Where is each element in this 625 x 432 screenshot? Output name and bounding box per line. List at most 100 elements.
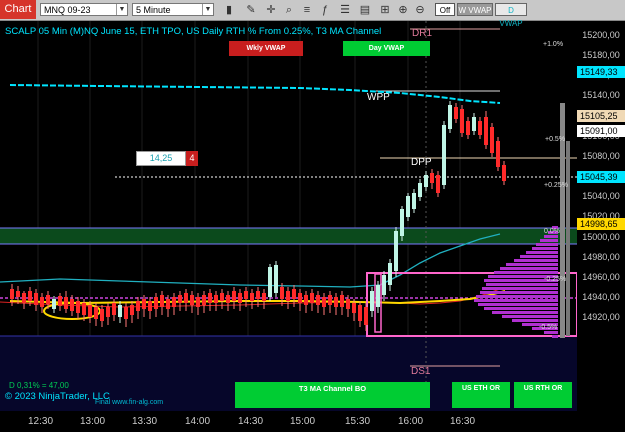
- candle-body: [202, 295, 206, 305]
- profile-bar: [480, 291, 558, 294]
- zoom-out-icon[interactable]: ⊖: [413, 3, 427, 17]
- profile-bar: [502, 315, 558, 318]
- candle-body: [220, 293, 224, 301]
- profile-bar: [552, 335, 558, 338]
- chart-menu-button[interactable]: Chart: [0, 0, 36, 19]
- candle-body: [232, 291, 236, 301]
- profile-bar: [532, 247, 558, 250]
- strategy-icon[interactable]: ☰: [338, 3, 352, 17]
- daily-vwap-toggle[interactable]: D VWAP: [495, 3, 527, 28]
- time-tick-label: 12:30: [28, 416, 54, 427]
- us-eth-or-button[interactable]: US ETH OR: [452, 382, 510, 408]
- profile-bar: [476, 295, 558, 298]
- crosshair-icon[interactable]: ✛: [264, 3, 278, 17]
- t3-channel-bo-button[interactable]: T3 MA Channel BO: [235, 382, 430, 408]
- candle-body: [226, 295, 230, 303]
- candle-body: [118, 305, 122, 317]
- candle-body: [292, 289, 296, 299]
- candle-body: [352, 303, 356, 313]
- candle-body: [274, 265, 278, 293]
- profile-bar: [514, 259, 558, 262]
- candle-body: [70, 299, 74, 311]
- candle-body: [502, 165, 506, 181]
- profile-bar: [478, 303, 558, 306]
- price-axis[interactable]: 15200,0015180,0015160,0015140,0015120,00…: [577, 21, 625, 411]
- chart-title: SCALP 05 Min (M)NQ June 15, ETH TPO, US …: [5, 26, 382, 37]
- price-chart-panel[interactable]: SCALP 05 Min (M)NQ June 15, ETH TPO, US …: [0, 21, 577, 411]
- candle-body: [112, 303, 116, 315]
- price-tick-label: 15080,00: [582, 150, 620, 161]
- wpp-label: WPP: [367, 92, 390, 103]
- time-axis[interactable]: 12:30 13:00 13:30 14:00 14:30 15:00 15:30 16:00…: [0, 411, 625, 432]
- order-quantity-tag[interactable]: 4: [186, 151, 198, 166]
- price-marker-tag: 14998,65: [577, 217, 625, 230]
- chart-toolbar: Chart MNQ 09-23 ▼ 5 Minute ▼ ▮ ✎ ✛ ⌕ ≡ ƒ…: [0, 0, 625, 28]
- candle-body: [40, 297, 44, 307]
- candle-body: [346, 299, 350, 309]
- candle-body: [466, 121, 470, 135]
- candle-body: [406, 196, 410, 217]
- candle-body: [100, 309, 104, 321]
- candle-body: [460, 109, 464, 133]
- candle-body: [196, 297, 200, 307]
- chevron-down-icon: ▼: [202, 4, 213, 15]
- time-tick-label: 15:00: [290, 416, 316, 427]
- candle-body: [376, 285, 380, 307]
- price-tick-label: 14980,00: [582, 251, 620, 262]
- candle-body: [58, 296, 62, 306]
- indicators-icon[interactable]: ƒ: [318, 3, 332, 17]
- candle-body: [142, 299, 146, 309]
- candle-body: [106, 307, 110, 317]
- off-toggle[interactable]: Off: [435, 3, 455, 16]
- pct-plus-025-label: +0.25%: [544, 182, 568, 189]
- instrument-value: MNQ 09-23: [44, 5, 91, 15]
- price-tick-label: 15200,00: [582, 30, 620, 40]
- dpp-label: DPP: [411, 157, 432, 168]
- candle-body: [436, 175, 440, 193]
- us-rth-or-button[interactable]: US RTH OR: [514, 382, 572, 408]
- candle-body: [52, 299, 56, 309]
- candle-body: [412, 193, 416, 209]
- chart-trader-icon[interactable]: ⊞: [378, 3, 392, 17]
- candle-body: [28, 291, 32, 301]
- order-price-tag[interactable]: 14,25: [136, 151, 186, 166]
- ds1-label: DS1: [411, 366, 431, 377]
- candle-body: [310, 293, 314, 303]
- price-marker-tag: 15091,00: [577, 124, 625, 137]
- price-tick-label: 15000,00: [582, 231, 620, 242]
- zoom-icon[interactable]: ⌕: [282, 3, 296, 17]
- zoom-in-icon[interactable]: ⊕: [396, 3, 410, 17]
- price-marker-tag: 15105,25: [577, 110, 625, 123]
- time-tick-label: 14:30: [238, 416, 264, 427]
- candle-body: [478, 121, 482, 135]
- candle-body: [178, 295, 182, 303]
- pencil-icon[interactable]: ✎: [244, 3, 258, 17]
- volume-bar: [566, 141, 570, 336]
- bar-chart-icon[interactable]: ▮: [222, 3, 236, 17]
- template-icon[interactable]: ▤: [358, 3, 372, 17]
- candle-body: [394, 231, 398, 271]
- watermark-text: Final www.fin-alg.com: [95, 399, 164, 406]
- candle-body: [322, 297, 326, 307]
- instrument-selector[interactable]: MNQ 09-23 ▼: [40, 3, 128, 16]
- candlesticks: [10, 101, 506, 331]
- profile-bar: [544, 235, 558, 238]
- price-marker-tag: 15045,39: [577, 170, 625, 183]
- candle-body: [154, 297, 158, 309]
- candle-body: [130, 305, 134, 315]
- pct-minus-025-label: -0.25%: [544, 276, 567, 283]
- candle-body: [172, 297, 176, 307]
- candle-body: [34, 293, 38, 305]
- candle-body: [76, 301, 80, 313]
- price-tick-label: 14920,00: [582, 312, 620, 323]
- interval-selector[interactable]: 5 Minute ▼: [132, 3, 214, 16]
- weekly-vwap-toggle[interactable]: W VWAP: [457, 3, 493, 16]
- candle-body: [340, 295, 344, 307]
- day-vwap-button[interactable]: Day VWAP: [343, 41, 430, 56]
- candle-body: [298, 293, 302, 303]
- profile-bar: [512, 319, 558, 322]
- candle-body: [490, 127, 494, 153]
- candle-body: [328, 295, 332, 305]
- weekly-vwap-button[interactable]: Wkly VWAP: [229, 41, 303, 56]
- properties-icon[interactable]: ≡: [300, 3, 314, 17]
